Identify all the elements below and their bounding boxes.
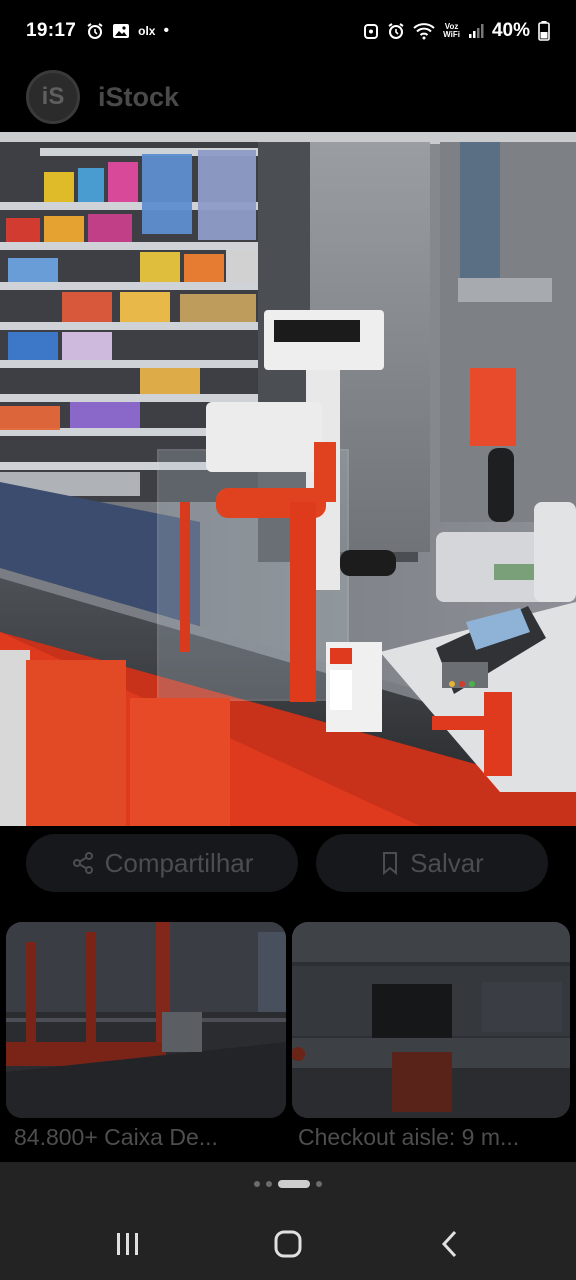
screen: 19:17 olx • Voz WiFi 40% iS iStock Compa… xyxy=(0,0,576,1280)
status-right-icons: Voz WiFi 40% xyxy=(363,20,550,42)
signal-icon xyxy=(468,23,484,39)
alarm-icon xyxy=(86,22,104,40)
status-time: 19:17 xyxy=(26,20,77,41)
hero-image[interactable] xyxy=(0,132,576,826)
image-icon xyxy=(292,922,570,1118)
status-left-icons: olx • xyxy=(86,22,169,40)
battery-icon xyxy=(538,21,550,41)
home-icon xyxy=(274,1230,302,1258)
page-dot xyxy=(316,1181,322,1187)
related-caption-1[interactable]: 84.800+ Caixa De... xyxy=(14,1124,218,1151)
related-thumb-1[interactable] xyxy=(6,922,286,1118)
wifi-icon xyxy=(413,22,435,40)
bookmark-icon xyxy=(380,851,400,875)
recents-button[interactable] xyxy=(104,1222,152,1266)
save-label: Salvar xyxy=(410,847,484,878)
related-caption-2[interactable]: Checkout aisle: 9 m... xyxy=(298,1124,519,1151)
recents-icon xyxy=(117,1233,138,1255)
back-icon xyxy=(441,1230,457,1258)
image-icon xyxy=(6,922,286,1118)
page-indicator xyxy=(0,1178,576,1190)
notification-dot: • xyxy=(163,22,170,39)
save-button[interactable]: Salvar xyxy=(316,834,548,892)
app-name: iStock xyxy=(98,81,180,112)
voz-line2: WiFi xyxy=(443,30,460,39)
related-thumb-2[interactable] xyxy=(292,922,570,1118)
back-button[interactable] xyxy=(426,1222,474,1266)
share-button[interactable]: Compartilhar xyxy=(26,834,298,892)
share-label: Compartilhar xyxy=(104,847,254,878)
alarm-icon xyxy=(387,22,405,40)
alarm-badge-icon xyxy=(363,22,379,40)
status-bar: 19:17 olx • Voz WiFi 40% xyxy=(0,0,576,62)
voz-wifi-label: Voz WiFi xyxy=(443,23,460,39)
gallery-icon xyxy=(112,22,130,40)
share-icon xyxy=(71,851,95,875)
olx-icon: olx xyxy=(138,24,156,38)
home-button[interactable] xyxy=(264,1222,312,1266)
page-dot xyxy=(266,1181,272,1187)
page-dot-active xyxy=(278,1180,310,1188)
app-header: iS iStock xyxy=(0,62,576,132)
action-bar: Compartilhar Salvar xyxy=(0,826,576,922)
battery-percent: 40% xyxy=(491,20,530,41)
app-logo: iS xyxy=(26,70,80,124)
page-dot xyxy=(254,1181,260,1187)
image-icon xyxy=(0,132,576,826)
